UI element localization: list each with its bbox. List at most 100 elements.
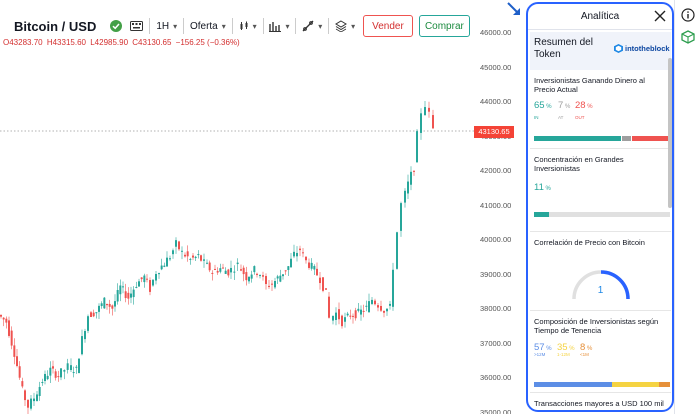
candle-body [335, 312, 337, 320]
candle-body [124, 291, 127, 299]
candle-body [208, 262, 211, 271]
candle-body [181, 250, 183, 252]
buy-button[interactable]: Comprar [418, 15, 471, 37]
candle-body [106, 303, 108, 306]
correlation-title: Correlación de Precio con Bitcoin [534, 238, 645, 247]
chart-type-dropdown[interactable]: ▾ [239, 15, 257, 37]
candle-body [299, 248, 301, 251]
price-axis-label: 41000.00 [480, 200, 512, 210]
indicators-dropdown[interactable]: ▾ [269, 15, 289, 37]
investors-card[interactable]: Inversionistas Ganando Dinero al Precio … [530, 71, 671, 149]
interval-dropdown[interactable]: 1H ▾ [156, 15, 177, 37]
intotheblock-icon [614, 44, 623, 53]
composition-bar-segment [659, 382, 670, 387]
candle-body [166, 257, 168, 267]
offer-dropdown[interactable]: Oferta ▾ [190, 15, 226, 37]
chart-area[interactable]: Bitcoin / USD 1H ▾ Oferta ▾ ▾ ▾ ▾ ▾ Vend… [0, 0, 526, 414]
correlation-card[interactable]: Correlación de Precio con Bitcoin 1 [530, 233, 671, 311]
candle-body [371, 299, 373, 304]
candle-body [227, 269, 230, 276]
candle-body [36, 394, 38, 401]
candle-body [186, 251, 189, 257]
candle-body [322, 277, 324, 291]
composition-card[interactable]: Composición de Inversionistas según Tiem… [530, 312, 671, 393]
candle-body [149, 280, 151, 292]
ohlc-readout: O43283.70 H43315.60 L42985.90 C43130.65 … [3, 38, 242, 47]
candle-body [214, 268, 216, 270]
sell-button[interactable]: Vender [363, 15, 413, 37]
info-icon[interactable] [681, 8, 695, 22]
out-percent: 28 % [575, 100, 593, 111]
candle-body [236, 262, 239, 265]
price-axis-label: 46000.00 [480, 28, 512, 37]
transactions-title: Transacciones mayores a USD 100 mil [534, 399, 664, 408]
candle-body [233, 271, 236, 273]
panel-scrollbar[interactable] [668, 58, 672, 208]
concentration-card[interactable]: Concentración en Grandes Inversionistas … [530, 150, 671, 232]
layers-dropdown[interactable]: ▾ [335, 15, 355, 37]
candle-body [63, 370, 66, 372]
candle-body [293, 251, 295, 257]
panel-body[interactable]: Resumen del Token intotheblock Inversion… [528, 30, 672, 410]
investors-bar-segment [622, 136, 631, 141]
candle-body [203, 259, 205, 261]
grid-icon[interactable] [681, 30, 695, 44]
candle-body [428, 107, 430, 112]
transactions-card[interactable]: Transacciones mayores a USD 100 mil [530, 394, 671, 410]
last-price-tag: 43130.65 [474, 126, 514, 138]
analytics-panel: Analítica Resumen del Token intotheblock… [526, 2, 674, 412]
panel-title: Analítica [580, 11, 620, 22]
close-icon[interactable] [652, 8, 668, 24]
chevron-down-icon: ▾ [318, 21, 323, 31]
candle-body [432, 115, 434, 129]
candle-body [21, 381, 24, 387]
indicators-icon [269, 21, 282, 32]
intotheblock-logo: intotheblock [614, 44, 670, 53]
candle-body [410, 171, 412, 185]
candle-body [100, 303, 103, 307]
in-percent: 65 % [534, 100, 552, 111]
candle-body [242, 267, 245, 275]
candle-body [245, 272, 248, 281]
in-label: IN [534, 115, 539, 120]
at-percent: 7 % [558, 100, 571, 111]
divider [262, 18, 264, 34]
candle-body [416, 131, 418, 163]
candle-body [33, 398, 35, 402]
composition-bar-segment [534, 382, 612, 387]
candle-body [27, 399, 29, 408]
candle-body [172, 250, 174, 255]
candle-body [216, 270, 219, 273]
candle-body [192, 255, 194, 258]
token-summary: Resumen del Token intotheblock [530, 32, 671, 70]
candle-body [169, 258, 171, 260]
symbol-title[interactable]: Bitcoin / USD [14, 19, 96, 34]
candle-body [2, 317, 5, 320]
at-label: AT [558, 115, 564, 120]
candle-body [18, 366, 21, 378]
candle-body [253, 266, 256, 273]
price-axis[interactable]: 46000.0045000.0044000.0043000.0042000.00… [474, 0, 526, 414]
candle-body [313, 266, 316, 270]
keyboard-icon[interactable] [130, 15, 144, 37]
candlestick-chart[interactable] [0, 0, 474, 414]
candle-body [160, 265, 163, 270]
investors-bar-segment [631, 136, 669, 141]
candle-body [57, 376, 60, 378]
drawing-tools-dropdown[interactable]: ▾ [302, 15, 322, 37]
right-sidebar [674, 0, 700, 414]
correlation-gauge [572, 270, 630, 300]
composition-c-label: <1M [580, 352, 589, 357]
concentration-bar-track [534, 212, 670, 217]
candle-body [276, 276, 279, 279]
candle-body [10, 330, 13, 346]
candle-body [138, 281, 140, 287]
candle-body [108, 303, 111, 307]
candle-body [140, 277, 143, 280]
panel-header: Analítica [528, 4, 672, 30]
price-axis-label: 38000.00 [480, 304, 512, 313]
candle-body [265, 276, 267, 285]
candle-body [16, 356, 18, 367]
chevron-down-icon: ▾ [252, 21, 257, 31]
concentration-title: Concentración en Grandes Inversionistas [534, 155, 624, 173]
